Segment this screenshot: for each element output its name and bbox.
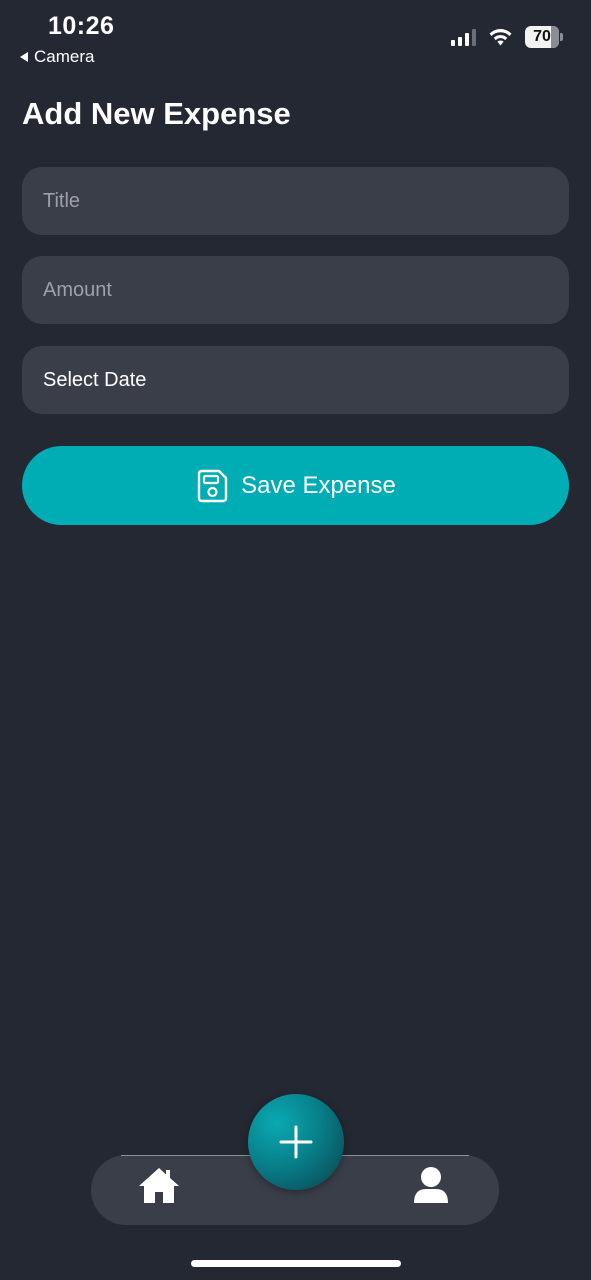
plus-icon bbox=[279, 1125, 313, 1159]
floppy-disk-icon bbox=[197, 469, 228, 502]
wifi-icon bbox=[489, 28, 512, 45]
save-expense-button[interactable]: Save Expense bbox=[22, 446, 569, 525]
back-label: Camera bbox=[34, 47, 95, 66]
status-icons: 70 bbox=[451, 26, 563, 48]
add-expense-fab[interactable] bbox=[248, 1094, 344, 1190]
title-input[interactable] bbox=[22, 167, 569, 235]
select-date-field[interactable]: Select Date bbox=[22, 346, 569, 414]
home-icon bbox=[139, 1168, 179, 1203]
nav-profile-button[interactable] bbox=[408, 1163, 454, 1209]
nav-home-button[interactable] bbox=[136, 1163, 182, 1209]
battery-level: 70 bbox=[533, 28, 551, 45]
back-arrow-icon bbox=[20, 52, 28, 62]
save-expense-label: Save Expense bbox=[241, 471, 396, 499]
status-time: 10:26 bbox=[48, 12, 115, 40]
back-to-camera-link[interactable]: Camera bbox=[20, 47, 94, 67]
amount-input[interactable] bbox=[22, 256, 569, 324]
cellular-signal-icon bbox=[451, 28, 476, 46]
user-icon bbox=[414, 1167, 448, 1203]
page-title: Add New Expense bbox=[22, 96, 291, 131]
home-indicator[interactable] bbox=[191, 1260, 401, 1267]
select-date-label: Select Date bbox=[43, 368, 147, 391]
battery-icon: 70 bbox=[525, 26, 563, 48]
